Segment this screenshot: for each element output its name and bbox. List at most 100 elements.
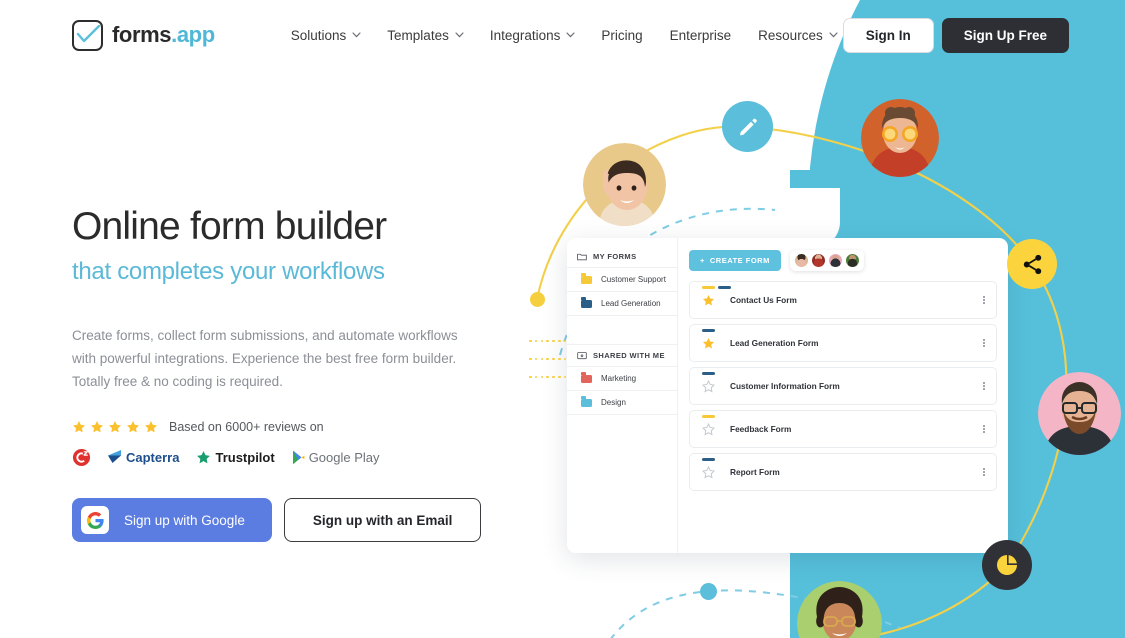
avatar bbox=[827, 253, 843, 268]
create-form-label: CREATE FORM bbox=[709, 256, 770, 265]
share-icon bbox=[1023, 254, 1041, 274]
sidebar-section-title: MY FORMS bbox=[593, 252, 637, 261]
chevron-down-icon bbox=[455, 32, 464, 40]
app-main-panel: + CREATE FORM Contact Us Form Lead Gener… bbox=[678, 238, 1008, 553]
sidebar-item-label: Lead Generation bbox=[601, 299, 661, 308]
star-icon bbox=[126, 420, 140, 434]
chevron-down-icon bbox=[352, 32, 361, 40]
create-form-button[interactable]: + CREATE FORM bbox=[689, 250, 781, 271]
form-list: Contact Us Form Lead Generation Form Cus… bbox=[689, 281, 997, 491]
pie-chart-icon bbox=[997, 555, 1017, 575]
chevron-down-icon bbox=[829, 32, 838, 40]
star-icon-outline[interactable] bbox=[702, 422, 715, 436]
nav-label: Enterprise bbox=[669, 27, 732, 43]
logo-text: forms.app bbox=[112, 22, 215, 48]
nav-label: Pricing bbox=[601, 27, 643, 43]
google-play-logo[interactable]: Google Play bbox=[292, 450, 380, 465]
star-icon-filled[interactable] bbox=[702, 337, 715, 350]
rating-text: Based on 6000+ reviews on bbox=[169, 420, 324, 435]
tag-chip bbox=[702, 286, 715, 290]
folder-icon bbox=[581, 297, 592, 308]
hero-description: Create forms, collect form submissions, … bbox=[72, 327, 458, 390]
sign-up-with-email-button[interactable]: Sign up with an Email bbox=[283, 498, 482, 543]
logo-name: forms bbox=[112, 22, 172, 47]
nav-label: Resources bbox=[758, 27, 823, 43]
avatar-woman-peeking bbox=[583, 143, 666, 226]
sidebar-item-design[interactable]: Design bbox=[567, 391, 677, 414]
nav-item-pricing[interactable]: Pricing bbox=[601, 28, 642, 43]
nav-label: Solutions bbox=[290, 27, 347, 43]
app-toolbar: + CREATE FORM bbox=[689, 250, 997, 271]
logo-suffix: .app bbox=[171, 22, 215, 47]
chevron-down-icon bbox=[566, 32, 575, 40]
form-row[interactable]: Lead Generation Form bbox=[689, 324, 997, 362]
landing-page: forms.app Solutions Templates Integratio… bbox=[0, 0, 1125, 638]
sign-up-free-button[interactable]: Sign Up Free bbox=[941, 17, 1069, 53]
star-icon-filled[interactable] bbox=[702, 294, 715, 307]
star-rating bbox=[72, 420, 158, 434]
more-options-icon[interactable] bbox=[983, 295, 985, 305]
page-title: Online form builder bbox=[72, 205, 387, 248]
nav-item-enterprise[interactable]: Enterprise bbox=[670, 28, 732, 43]
nav-item-solutions[interactable]: Solutions bbox=[291, 28, 361, 43]
form-name: Feedback Form bbox=[730, 424, 792, 434]
form-tags bbox=[702, 329, 715, 333]
form-name: Customer Information Form bbox=[730, 381, 840, 391]
avatar bbox=[844, 253, 860, 268]
tag-chip bbox=[702, 458, 715, 462]
page-subtitle: that completes your workflows bbox=[72, 257, 385, 285]
sidebar-item-lead-generation[interactable]: Lead Generation bbox=[567, 292, 677, 315]
sidebar-section-title: SHARED WITH ME bbox=[593, 351, 665, 360]
form-row[interactable]: Contact Us Form bbox=[689, 281, 997, 319]
pencil-badge[interactable] bbox=[722, 101, 773, 152]
sidebar-item-marketing[interactable]: Marketing bbox=[567, 367, 677, 390]
form-name: Lead Generation Form bbox=[730, 338, 819, 348]
pencil-icon bbox=[739, 118, 757, 135]
star-icon bbox=[72, 420, 86, 434]
sidebar-item-label: Marketing bbox=[601, 374, 637, 383]
sign-up-with-google-button[interactable]: Sign up with Google bbox=[72, 498, 272, 543]
form-row[interactable]: Report Form bbox=[689, 453, 997, 491]
share-badge[interactable] bbox=[1007, 239, 1057, 289]
collaborator-avatars[interactable] bbox=[789, 250, 864, 271]
app-preview-card: MY FORMS Customer Support Lead Generatio… bbox=[567, 238, 1008, 553]
avatar bbox=[793, 253, 809, 268]
sign-in-button[interactable]: Sign In bbox=[842, 17, 934, 53]
more-options-icon[interactable] bbox=[983, 381, 985, 391]
form-tags bbox=[702, 415, 715, 419]
logo[interactable]: forms.app bbox=[72, 19, 215, 51]
site-header: forms.app Solutions Templates Integratio… bbox=[0, 0, 1125, 70]
trustpilot-logo[interactable]: Trustpilot bbox=[196, 450, 275, 465]
yellow-endpoint-dot bbox=[530, 292, 545, 307]
form-name: Report Form bbox=[730, 467, 780, 477]
nav-item-templates[interactable]: Templates bbox=[387, 27, 464, 43]
star-icon-outline[interactable] bbox=[702, 379, 715, 393]
more-options-icon[interactable] bbox=[983, 424, 985, 434]
form-tags bbox=[702, 458, 715, 462]
nav-item-integrations[interactable]: Integrations bbox=[490, 28, 575, 43]
more-options-icon[interactable] bbox=[983, 338, 985, 348]
rating-row: Based on 6000+ reviews on bbox=[72, 420, 502, 434]
divider bbox=[567, 414, 677, 415]
hero-section: Online form builder that completes your … bbox=[72, 205, 502, 543]
more-options-icon[interactable] bbox=[983, 467, 985, 477]
review-brand-logos: Capterra Trustpilot Google Play bbox=[72, 446, 502, 468]
nav-label: Templates bbox=[387, 27, 449, 43]
avatar bbox=[810, 253, 826, 268]
star-icon bbox=[108, 420, 122, 434]
avatar-bearded-man bbox=[1038, 372, 1121, 455]
cta-buttons: Sign up with Google Sign up with an Emai… bbox=[72, 498, 502, 543]
star-icon-outline[interactable] bbox=[702, 465, 715, 479]
capterra-logo[interactable]: Capterra bbox=[108, 450, 179, 465]
g2-logo[interactable] bbox=[72, 448, 91, 467]
form-row[interactable]: Feedback Form bbox=[689, 410, 997, 448]
sidebar-item-customer-support[interactable]: Customer Support bbox=[567, 268, 677, 291]
form-row[interactable]: Customer Information Form bbox=[689, 367, 997, 405]
nav-item-resources[interactable]: Resources bbox=[758, 27, 838, 43]
main-navigation: Solutions Templates Integrations Pricing bbox=[291, 27, 838, 43]
form-name: Contact Us Form bbox=[730, 295, 797, 305]
folder-outline-icon bbox=[577, 253, 587, 261]
pie-chart-badge[interactable] bbox=[982, 540, 1032, 590]
sidebar-item-label: Design bbox=[601, 398, 626, 407]
auth-buttons: Sign In Sign Up Free bbox=[842, 17, 1069, 53]
